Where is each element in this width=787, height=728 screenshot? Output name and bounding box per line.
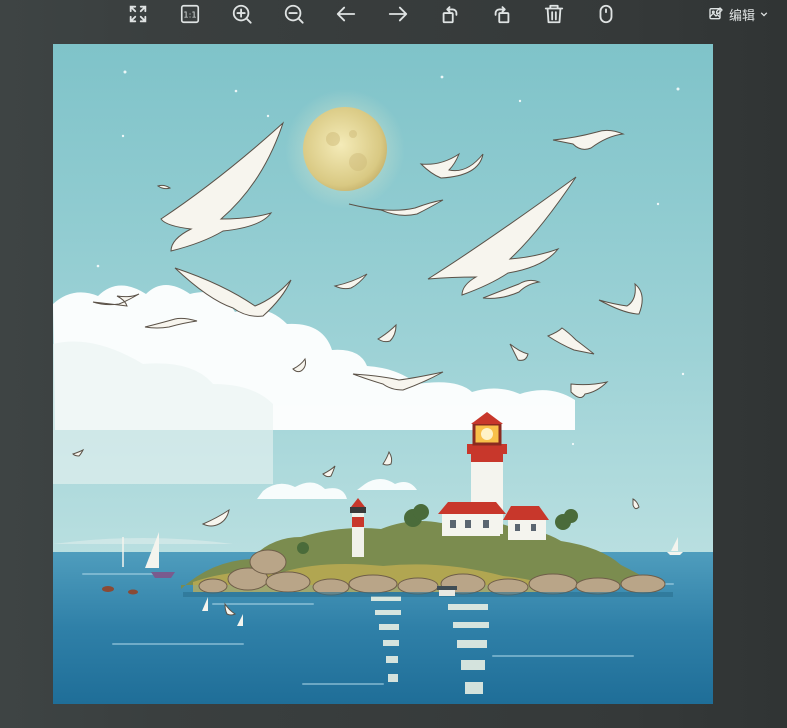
rotate-left-icon xyxy=(442,6,458,24)
actual-size-label: 1:1 xyxy=(183,10,196,20)
rotate-left-button[interactable] xyxy=(438,2,462,26)
trash-icon xyxy=(544,4,564,24)
arrow-left-icon xyxy=(336,6,356,22)
arrow-right-icon xyxy=(388,6,408,22)
next-button[interactable] xyxy=(386,2,410,26)
zoom-in-button[interactable] xyxy=(230,2,254,26)
zoom-out-button[interactable] xyxy=(282,2,306,26)
fullscreen-icon xyxy=(129,5,147,23)
image-canvas xyxy=(53,44,713,704)
edit-label: 编辑 xyxy=(729,8,756,24)
delete-button[interactable] xyxy=(542,2,566,26)
rotate-right-icon xyxy=(494,6,510,24)
mouse-icon xyxy=(599,4,613,24)
image-edit-icon xyxy=(709,7,723,20)
chevron-down-icon xyxy=(760,12,768,17)
actual-size-icon: 1:1 xyxy=(180,4,200,24)
zoom-out-icon xyxy=(284,4,304,24)
previous-button[interactable] xyxy=(334,2,358,26)
actual-size-button[interactable]: 1:1 xyxy=(178,2,202,26)
zoom-in-icon xyxy=(232,4,252,24)
fullscreen-button[interactable] xyxy=(126,2,150,26)
mouse-mode-button[interactable] xyxy=(594,2,618,26)
rotate-right-button[interactable] xyxy=(490,2,514,26)
edit-button[interactable]: 编辑 xyxy=(708,4,768,24)
image-viewer-toolbar: 1:1 编辑 xyxy=(0,0,787,30)
seascape-lighthouse-image xyxy=(53,44,713,704)
